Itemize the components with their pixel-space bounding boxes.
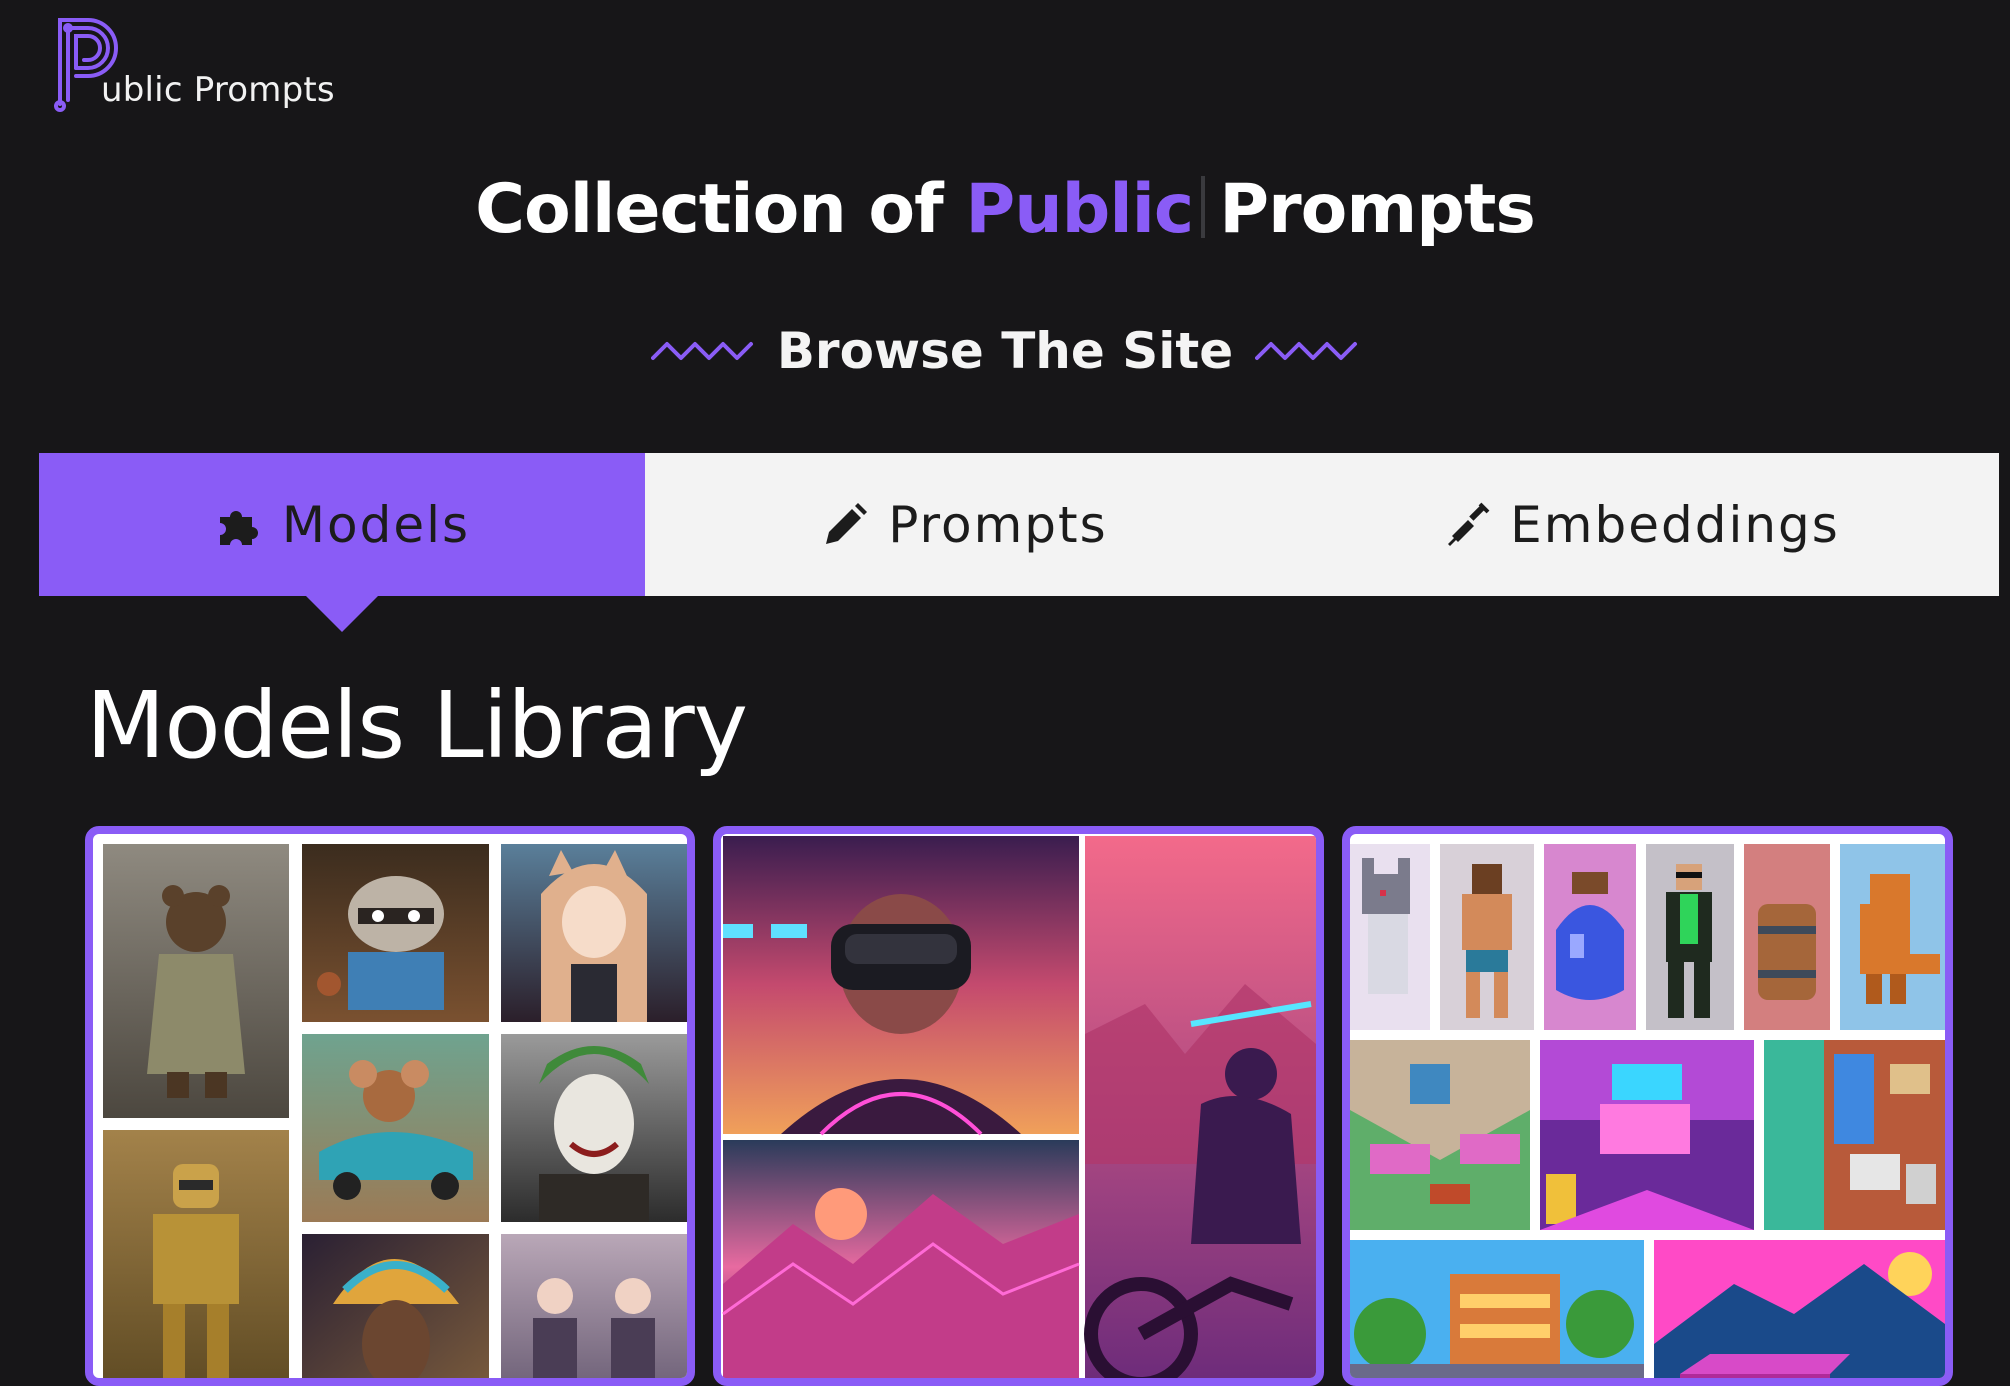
browse-label: Browse The Site — [776, 322, 1234, 380]
model-card-image — [722, 836, 1316, 1378]
tab-models-label: Models — [281, 495, 471, 554]
tab-prompts[interactable]: Prompts — [645, 453, 1285, 596]
pixel-neon-room — [1540, 1040, 1754, 1230]
zigzag-right-icon — [1255, 342, 1358, 360]
pixel-dinosaur — [1840, 844, 1945, 1030]
pixel-barrel — [1744, 844, 1830, 1030]
joker-portrait — [501, 1034, 687, 1222]
tab-embeddings-label: Embeddings — [1510, 495, 1840, 554]
pixel-cat — [1350, 844, 1430, 1030]
teddy-bear-in-trench-coat — [103, 844, 289, 1118]
category-tabs: Models Prompts Embeddings — [39, 453, 1999, 632]
syringe-icon — [1444, 502, 1490, 548]
pencil-icon — [822, 502, 868, 548]
site-logo[interactable]: ublic Prompts — [54, 8, 344, 114]
synthwave-motorcyclist — [1084, 836, 1316, 1378]
typing-cursor — [1201, 176, 1206, 238]
synthwave-mountain-sunset — [722, 1140, 1080, 1378]
section-title: Models Library — [86, 672, 748, 779]
man-with-vr-headset — [723, 836, 1079, 1136]
tab-embeddings[interactable]: Embeddings — [1285, 453, 1999, 596]
active-tab-pointer — [306, 596, 378, 632]
two-girls-street — [501, 1234, 687, 1378]
page-headline: Collection of Public Prompts — [0, 170, 2010, 249]
golden-robot — [103, 1130, 289, 1378]
puzzle-piece-icon — [214, 501, 262, 549]
pixel-car-mountain — [1654, 1240, 1945, 1378]
model-card-image — [103, 844, 687, 1378]
pixel-living-room — [1350, 1040, 1530, 1230]
model-card[interactable] — [85, 826, 695, 1386]
raccoon-in-cafe — [302, 844, 489, 1022]
headline-part2: Prompts — [1219, 170, 1536, 249]
pixel-warrior — [1440, 844, 1534, 1030]
model-card[interactable] — [713, 826, 1324, 1386]
headline-accent: Public — [965, 170, 1194, 249]
browse-heading: Browse The Site — [0, 322, 2010, 380]
logo-text: ublic Prompts — [101, 70, 335, 110]
tab-models[interactable]: Models — [39, 453, 645, 632]
pixel-house-trees — [1350, 1240, 1644, 1378]
colorful-woman-portrait — [302, 1234, 489, 1378]
pixel-potion — [1544, 844, 1636, 1030]
anime-cat-girl — [501, 844, 687, 1022]
cartoon-mouse-in-car — [302, 1034, 489, 1222]
tab-prompts-label: Prompts — [888, 495, 1108, 554]
model-card[interactable] — [1342, 826, 1953, 1386]
zigzag-left-icon — [650, 342, 753, 360]
pixel-bathroom — [1764, 1040, 1945, 1230]
headline-part1: Collection of — [475, 170, 966, 249]
pixel-agent — [1646, 844, 1734, 1030]
model-card-image — [1350, 844, 1945, 1378]
